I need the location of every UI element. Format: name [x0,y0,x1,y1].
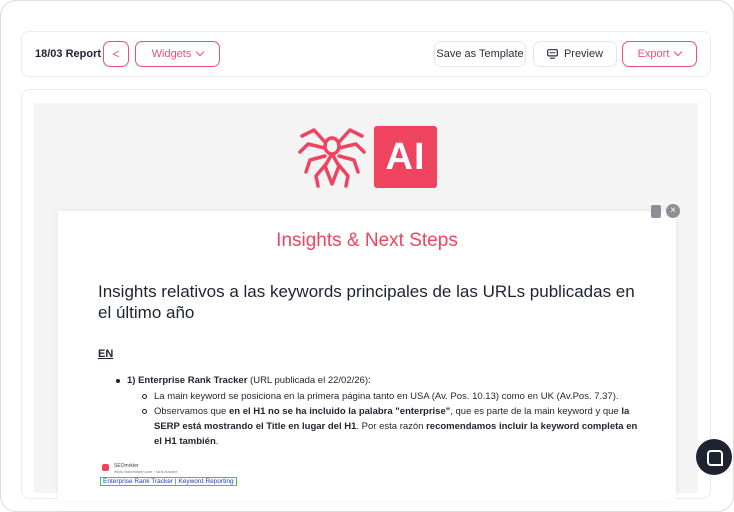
item-meta: (URL publicada el 22/02/26): [247,375,371,386]
subitem-text: La main keyword se posiciona en la prime… [154,391,619,402]
language-label: EN [98,348,114,360]
chevron-down-icon [674,47,683,57]
subitem-text: . Por esta razón [356,421,427,432]
list-subitem: La main keyword se posiciona en la prime… [142,389,642,404]
card-actions: × [651,204,680,218]
close-icon[interactable]: × [666,204,680,218]
export-button[interactable]: Export [622,41,697,67]
save-as-template-button[interactable]: Save as Template [434,41,526,67]
insights-card [58,211,676,501]
app-frame: 18/03 Report < Widgets Save as Template … [0,0,734,512]
widgets-label: Widgets [151,48,192,60]
insights-heading: Insights relativos a las keywords princi… [98,282,635,322]
spider-icon [298,128,366,188]
save-as-template-label: Save as Template [436,48,524,60]
list-item: 1) Enterprise Rank Tracker (URL publicad… [116,375,371,386]
chevron-left-icon: < [112,47,120,61]
subitem-text: Observamos que [154,406,229,417]
report-title: 18/03 Report [35,48,102,60]
export-label: Export [637,48,670,60]
serp-url: https://seomrkter.com › rank-tracker [114,469,178,474]
report-toolbar: 18/03 Report < Widgets Save as Template … [21,31,711,77]
widgets-button[interactable]: Widgets [135,41,220,67]
back-button[interactable]: < [103,41,129,67]
item-title: 1) Enterprise Rank Tracker [127,375,248,386]
subitem-text: , que es parte de la main keyword y que [450,406,622,417]
preview-icon [547,49,558,59]
preview-button[interactable]: Preview [533,41,617,67]
section-title: Insights & Next Steps [276,230,458,251]
serp-title: Enterprise Rank Tracker | Keyword Report… [100,477,237,486]
trash-icon[interactable] [651,204,661,218]
bullet-icon [142,409,147,414]
ai-logo-text: AI [374,126,437,188]
chat-launcher-icon[interactable] [696,439,732,475]
bullet-icon [116,379,120,383]
list-subitem: Observamos que en el H1 no se ha incluid… [142,404,642,449]
site-favicon-icon [102,464,109,471]
subitem-text: . [215,436,219,447]
chevron-down-icon [196,47,205,57]
subitem-bold: en el H1 no se ha incluido la palabra "e… [228,406,451,417]
serp-screenshot: SEOmrkter https://seomrkter.com › rank-t… [100,463,250,493]
bullet-icon [142,394,147,399]
preview-label: Preview [563,48,604,60]
ai-logo: AI [298,125,437,189]
